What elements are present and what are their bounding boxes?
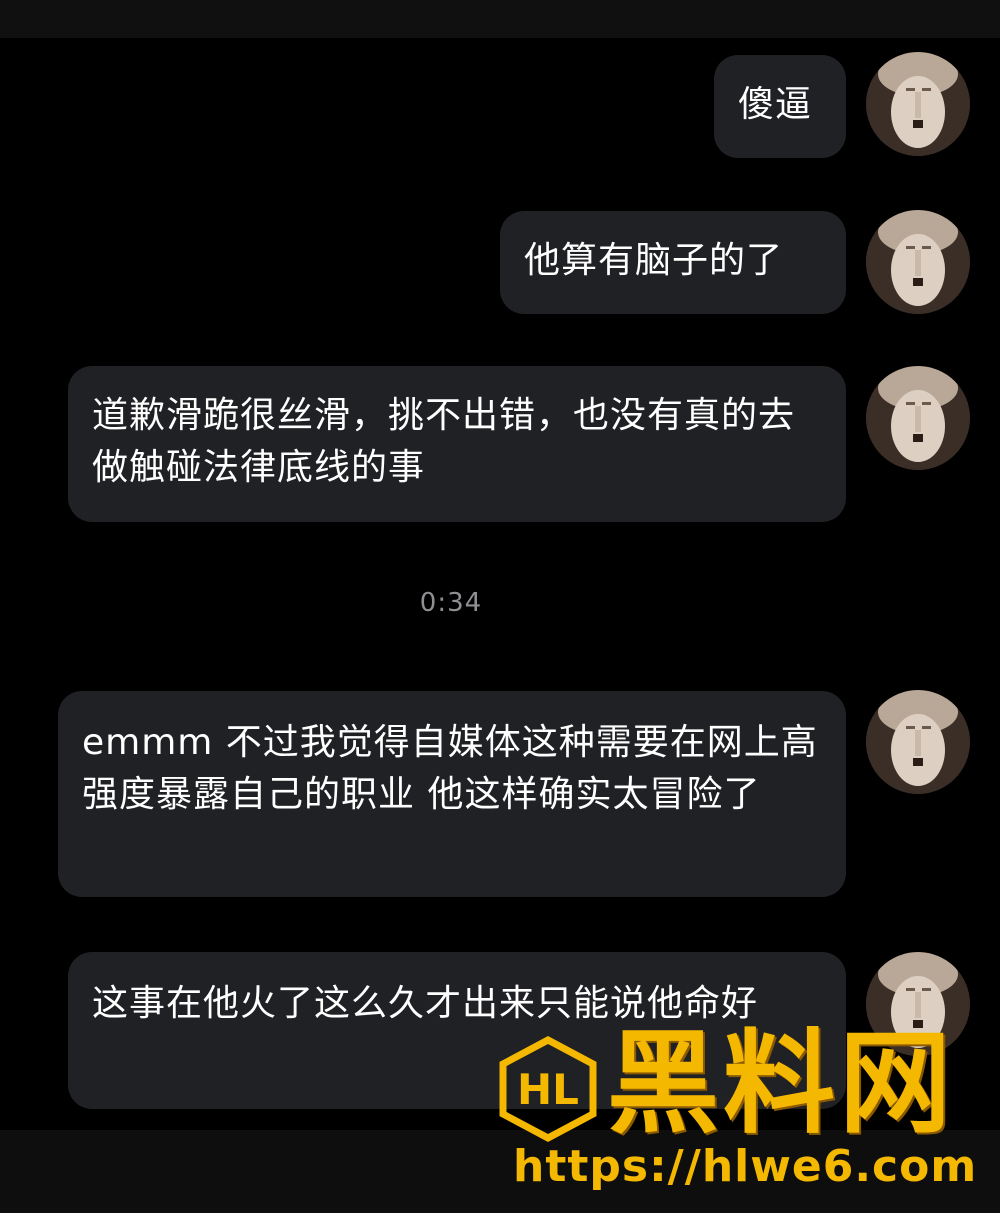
watermark-logo: HL	[495, 1036, 601, 1142]
message-bubble[interactable]: 他算有脑子的了	[500, 211, 846, 314]
message-text: 这事在他火了这么久才出来只能说他命好	[92, 983, 759, 1024]
message-bubble[interactable]: emmm 不过我觉得自媒体这种需要在网上高强度暴露自己的职业 他这样确实太冒险了	[58, 691, 846, 897]
hl-logo-icon: HL	[499, 1036, 597, 1142]
avatar[interactable]	[866, 690, 970, 794]
message-bubble[interactable]: 傻逼	[714, 55, 846, 158]
avatar[interactable]	[866, 366, 970, 470]
avatar[interactable]	[866, 210, 970, 314]
watermark-url: https://hlwe6.com	[513, 1141, 978, 1192]
watermark: HL 黑料网 https://hlwe6.com	[495, 1024, 985, 1200]
statue-avatar-icon	[866, 366, 970, 470]
message-text: 傻逼	[738, 84, 813, 125]
statue-avatar-icon	[866, 690, 970, 794]
statue-avatar-icon	[866, 210, 970, 314]
message-text: emmm 不过我觉得自媒体这种需要在网上高强度暴露自己的职业 他这样确实太冒险了	[82, 722, 818, 815]
message-bubble[interactable]: 道歉滑跪很丝滑，挑不出错，也没有真的去做触碰法律底线的事	[68, 366, 846, 522]
message-text: 道歉滑跪很丝滑，挑不出错，也没有真的去做触碰法律底线的事	[92, 395, 796, 488]
message-text: 他算有脑子的了	[524, 240, 784, 281]
avatar[interactable]	[866, 52, 970, 156]
timestamp: 0:34	[419, 588, 483, 618]
status-bar-area	[0, 0, 1000, 38]
watermark-logo-text: HL	[517, 1065, 579, 1114]
watermark-title: 黑料网	[607, 1019, 955, 1149]
statue-avatar-icon	[866, 52, 970, 156]
